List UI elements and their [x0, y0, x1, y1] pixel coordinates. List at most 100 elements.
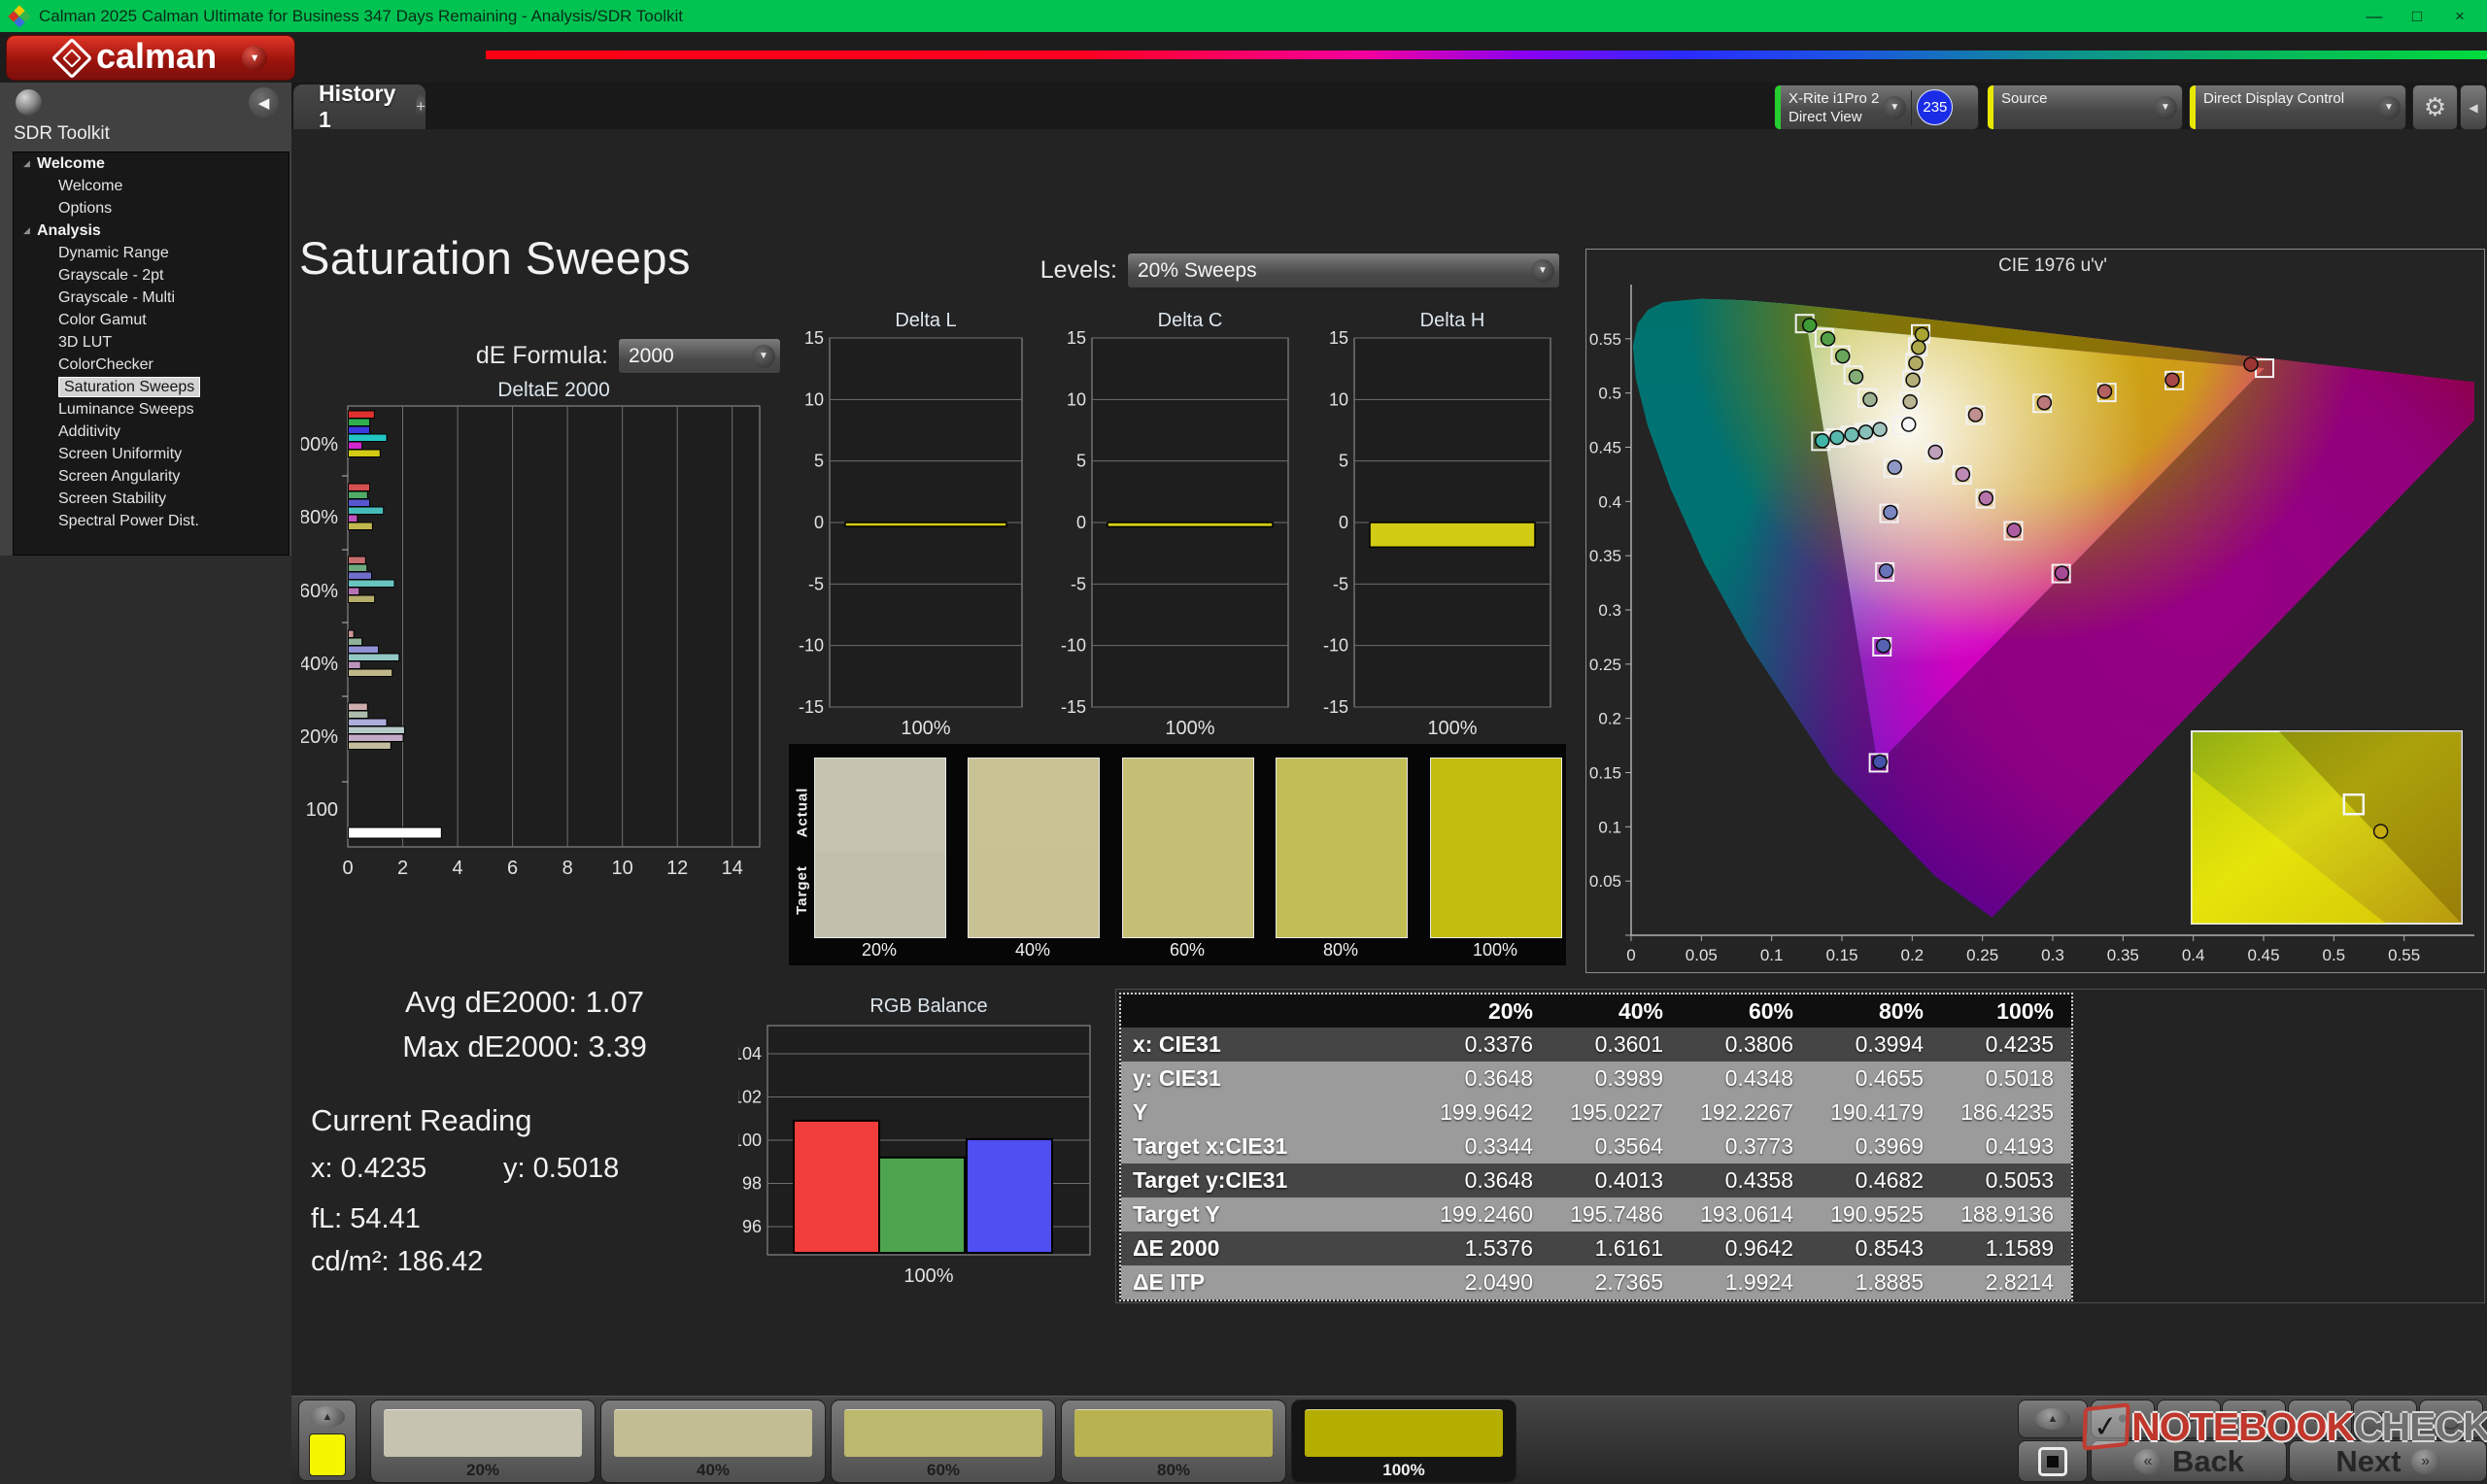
- swatch-target: [1123, 852, 1253, 937]
- sidebar-item-label: 3D LUT: [58, 334, 112, 352]
- sidebar-item-spectral-power-dist-[interactable]: Spectral Power Dist.: [14, 510, 289, 532]
- actual-label: Actual: [794, 788, 810, 838]
- svg-text:0: 0: [814, 513, 824, 532]
- de-formula-value: 2000: [629, 345, 752, 368]
- sidebar-item-options[interactable]: Options: [14, 197, 289, 219]
- ellipse-button[interactable]: ◯: [2419, 1400, 2483, 1438]
- window-button[interactable]: [w]: [2222, 1400, 2286, 1438]
- table-column-header: 60%: [1681, 998, 1811, 1025]
- svg-text:96: 96: [742, 1217, 762, 1236]
- window-icon: [w]: [2240, 1408, 2266, 1430]
- table-column-header: 20%: [1420, 998, 1550, 1025]
- sidebar-item-screen-angularity[interactable]: Screen Angularity: [14, 465, 289, 488]
- svg-text:104: 104: [738, 1044, 762, 1063]
- record-button[interactable]: ●: [2091, 1400, 2155, 1438]
- svg-text:0.25: 0.25: [1966, 946, 1998, 964]
- sidebar-item-screen-uniformity[interactable]: Screen Uniformity: [14, 443, 289, 465]
- loop-button[interactable]: ∞: [2288, 1400, 2352, 1438]
- meter-count-badge[interactable]: 235: [1917, 89, 1953, 125]
- svg-text:0.2: 0.2: [1901, 946, 1925, 964]
- back-label: Back: [2172, 1444, 2244, 1479]
- sidebar-item-analysis[interactable]: ◢Analysis: [14, 219, 289, 242]
- next-button[interactable]: Next »: [2289, 1440, 2487, 1482]
- patch-button-40%[interactable]: 40%: [600, 1400, 826, 1483]
- calman-logo-button[interactable]: calman ▼: [6, 35, 295, 81]
- patch-button-60%[interactable]: 60%: [831, 1400, 1056, 1483]
- reading-cdm2: cd/m²: 186.42: [311, 1246, 483, 1278]
- sidebar-sphere-button[interactable]: [16, 89, 42, 116]
- tab-history-1[interactable]: History 1 +: [293, 84, 426, 129]
- sidebar-collapse-button[interactable]: ◀: [249, 87, 279, 118]
- add-tab-button[interactable]: +: [416, 94, 426, 119]
- delta-c-chart: Delta C151050-5-10-15100%: [1059, 309, 1321, 756]
- sidebar-item-color-gamut[interactable]: Color Gamut: [14, 309, 289, 331]
- meter-status-stripe: [1775, 85, 1781, 129]
- de-formula-dropdown[interactable]: 2000 ▼: [618, 338, 781, 374]
- chevron-down-icon: ▼: [752, 345, 775, 368]
- swatch-20%: [814, 758, 946, 938]
- patch-button-20%[interactable]: 20%: [370, 1400, 596, 1483]
- svg-text:0.05: 0.05: [1589, 872, 1621, 891]
- sidebar-item-welcome[interactable]: Welcome: [14, 175, 289, 197]
- swatch-target: [815, 852, 945, 937]
- table-cell: 190.4179: [1811, 1099, 1941, 1126]
- svg-text:0.1: 0.1: [1598, 818, 1621, 836]
- calman-diamond-icon: [51, 37, 92, 78]
- source-dropdown[interactable]: Source ▼: [1987, 84, 2183, 130]
- sidebar-item-grayscale-2pt[interactable]: Grayscale - 2pt: [14, 264, 289, 287]
- table-cell: 0.3601: [1550, 1031, 1681, 1058]
- stop-button[interactable]: [2018, 1440, 2088, 1482]
- de-formula-label: dE Formula:: [449, 342, 608, 370]
- patch-window-button[interactable]: ▲: [298, 1400, 357, 1481]
- refresh-button[interactable]: ↻: [2353, 1400, 2417, 1438]
- patch-button-80%[interactable]: 80%: [1061, 1400, 1286, 1483]
- sidebar-item-label: Dynamic Range: [58, 245, 169, 262]
- sidebar-item-3d-lut[interactable]: 3D LUT: [14, 331, 289, 354]
- table-cell: 0.3564: [1550, 1133, 1681, 1160]
- levels-dropdown[interactable]: 20% Sweeps ▼: [1127, 253, 1560, 288]
- svg-text:-5: -5: [808, 574, 824, 593]
- maximize-button[interactable]: □: [2396, 0, 2438, 32]
- patch-button-100%[interactable]: 100%: [1291, 1400, 1516, 1483]
- chevron-double-right-icon: »: [2411, 1449, 2440, 1474]
- table-cell: 199.9642: [1420, 1099, 1550, 1126]
- source-status-stripe: [1988, 85, 1993, 129]
- swatch-target: [1277, 852, 1407, 937]
- table-row: ΔE ITP2.04902.73651.99241.88852.8214: [1121, 1265, 2071, 1299]
- svg-text:-5: -5: [1071, 574, 1086, 593]
- sidebar-item-luminance-sweeps[interactable]: Luminance Sweeps: [14, 398, 289, 421]
- meter-up-button[interactable]: ▲: [2018, 1400, 2088, 1438]
- sidebar-item-grayscale-multi[interactable]: Grayscale - Multi: [14, 287, 289, 309]
- panel-collapse-button[interactable]: ◀: [2460, 84, 2487, 130]
- play-button[interactable]: ▶: [2157, 1400, 2221, 1438]
- sidebar-item-dynamic-range[interactable]: Dynamic Range: [14, 242, 289, 264]
- display-control-dropdown[interactable]: Direct Display Control ▼: [2189, 84, 2406, 130]
- svg-text:0.55: 0.55: [1589, 330, 1621, 349]
- svg-text:0.05: 0.05: [1686, 946, 1718, 964]
- back-button[interactable]: « Back: [2091, 1440, 2287, 1482]
- sidebar-item-additivity[interactable]: Additivity: [14, 421, 289, 443]
- settings-button[interactable]: ⚙: [2412, 84, 2458, 130]
- close-button[interactable]: ×: [2438, 0, 2481, 32]
- svg-text:20%: 20%: [301, 726, 338, 748]
- logo-dropdown-icon[interactable]: ▼: [242, 46, 267, 71]
- tree-expand-icon[interactable]: ◢: [23, 158, 37, 169]
- svg-text:0.4: 0.4: [1598, 492, 1621, 511]
- tree-expand-icon[interactable]: ◢: [23, 225, 37, 236]
- swatch-label: 100%: [1430, 940, 1560, 961]
- sidebar-item-colorchecker[interactable]: ColorChecker: [14, 354, 289, 376]
- table-cell: 0.5018: [1941, 1065, 2071, 1092]
- sidebar-item-label: Options: [58, 200, 112, 218]
- svg-text:-10: -10: [1323, 636, 1348, 656]
- sidebar-item-welcome[interactable]: ◢Welcome: [14, 152, 289, 175]
- record-icon: ●: [2117, 1408, 2128, 1430]
- minimize-button[interactable]: —: [2353, 0, 2396, 32]
- meter-dropdown[interactable]: X-Rite i1Pro 2 Direct View ▼ 235: [1774, 84, 1979, 130]
- sidebar-item-screen-stability[interactable]: Screen Stability: [14, 488, 289, 510]
- svg-text:10: 10: [612, 858, 633, 879]
- svg-text:-15: -15: [799, 697, 824, 717]
- swatch-actual: [815, 759, 945, 852]
- table-cell: 0.4655: [1811, 1065, 1941, 1092]
- svg-text:10: 10: [1329, 389, 1348, 409]
- sidebar-item-saturation-sweeps[interactable]: Saturation Sweeps: [14, 376, 289, 398]
